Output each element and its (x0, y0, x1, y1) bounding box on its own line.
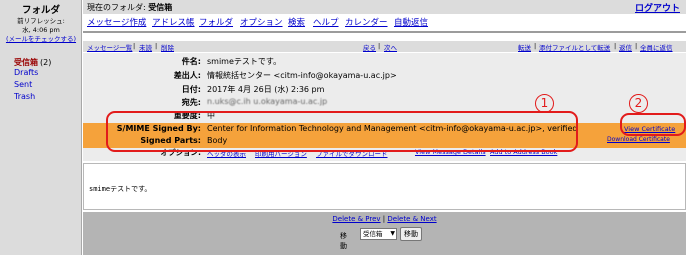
menu-bar: メッセージ作成 アドレス帳 フォルダ オプション 検索 ヘルプ カレンダー 自動… (83, 14, 686, 30)
menu-folders[interactable]: フォルダ (199, 16, 233, 28)
move-label: 移動 (340, 232, 347, 250)
move-folder-select[interactable]: 受信箱 ▼ (360, 228, 397, 240)
folder-sent[interactable]: Sent (14, 80, 32, 89)
logout-link[interactable]: ログアウト (635, 1, 680, 14)
message-nav-bar: メッセージ一覧 | 未読 | 削除 戻る | 次へ 転送 | 添付ファイルとして… (83, 41, 686, 52)
folder-sidebar: フォルダ 前リフレッシュ: 水, 4:06 pm (メールをチェックする) 受信… (0, 0, 82, 255)
to-row: 宛先: n.uks@c.ih u.okayama-u.ac.jp (83, 96, 686, 109)
bottom-bar: Delete & Prev | Delete & Next 移動 受信箱 ▼ 移動 (83, 212, 686, 255)
unread-link[interactable]: 未読 (139, 42, 152, 52)
reply-link[interactable]: 返信 (619, 42, 632, 52)
main-pane: 現在のフォルダ: 受信箱 ログアウト メッセージ作成 アドレス帳 フォルダ オプ… (83, 0, 686, 255)
annotation-box-2 (620, 113, 686, 136)
subject-label: 件名: (181, 57, 201, 66)
check-mail-link[interactable]: (メールをチェックする) (0, 33, 82, 43)
bottom-sep: | (382, 215, 386, 223)
menu-address-book[interactable]: アドレス帳 (152, 16, 195, 28)
delete-next-link[interactable]: Delete & Next (387, 215, 436, 223)
menu-compose[interactable]: メッセージ作成 (87, 16, 146, 28)
sidebar-title: フォルダ (21, 5, 60, 16)
menu-help[interactable]: ヘルプ (313, 16, 339, 28)
chevron-down-icon: ▼ (390, 230, 395, 237)
menu-search[interactable]: 検索 (288, 16, 305, 28)
annotation-number-2: 2 (629, 92, 648, 113)
top-bar: 現在のフォルダ: 受信箱 ログアウト (83, 0, 686, 14)
forward-attachment-link[interactable]: 添付ファイルとして転送 (539, 42, 610, 52)
delete-link[interactable]: 削除 (161, 42, 174, 52)
nav-sep: | (635, 42, 638, 50)
menu-calendar[interactable]: カレンダー (345, 16, 388, 28)
date-label: 日付: (181, 85, 201, 94)
annotation-number-1: 1 (535, 92, 554, 113)
folder-inbox-count: (2) (40, 58, 52, 67)
menu-options[interactable]: オプション (240, 16, 283, 28)
date-row: 日付: 2017年 4月 26日 (水) 2:36 pm (83, 83, 686, 96)
to-value: n.uks@c.ih u.okayama-u.ac.jp (207, 97, 328, 106)
folder-inbox-label: 受信箱 (14, 58, 38, 67)
bottom-nav: Delete & Prev | Delete & Next (83, 215, 686, 223)
delete-prev-link[interactable]: Delete & Prev (332, 215, 380, 223)
current-folder-name: 受信箱 (148, 3, 173, 12)
separator (83, 31, 686, 33)
move-button[interactable]: 移動 (400, 227, 422, 241)
subject-row: 件名: smimeテストです。 (83, 55, 686, 68)
move-select-value: 受信箱 (363, 230, 383, 238)
next-link[interactable]: 次へ (384, 42, 397, 52)
nav-sep: | (534, 42, 537, 50)
folder-drafts[interactable]: Drafts (14, 68, 38, 77)
message-list-link[interactable]: メッセージ一覧 (87, 42, 132, 52)
subject-value: smimeテストです。 (207, 57, 282, 66)
nav-sep: | (614, 42, 617, 50)
menu-auto-reply[interactable]: 自動返信 (394, 16, 428, 28)
nav-sep: | (378, 42, 381, 50)
forward-link[interactable]: 転送 (518, 42, 531, 52)
date-value: 2017年 4月 26日 (水) 2:36 pm (207, 85, 325, 94)
nav-sep: | (155, 42, 158, 50)
nav-sep: | (133, 42, 136, 50)
reply-all-link[interactable]: 全員に返信 (640, 42, 673, 52)
from-label: 差出人: (173, 71, 201, 80)
folder-inbox[interactable]: 受信箱 (2) (14, 57, 51, 68)
from-value: 情報統括センター <citm-info@okayama-u.ac.jp> (207, 71, 397, 80)
download-certificate-link[interactable]: Download Certificate (607, 136, 670, 143)
current-folder: 現在のフォルダ: 受信箱 (87, 3, 173, 12)
prev-link[interactable]: 戻る (363, 42, 376, 52)
from-row: 差出人: 情報統括センター <citm-info@okayama-u.ac.jp… (83, 69, 686, 82)
to-label: 宛先: (181, 98, 201, 107)
message-body: smimeテストです。 (83, 163, 686, 210)
folder-trash[interactable]: Trash (14, 92, 35, 101)
annotation-box-1 (106, 111, 578, 152)
message-body-text: smimeテストです。 (89, 185, 152, 193)
